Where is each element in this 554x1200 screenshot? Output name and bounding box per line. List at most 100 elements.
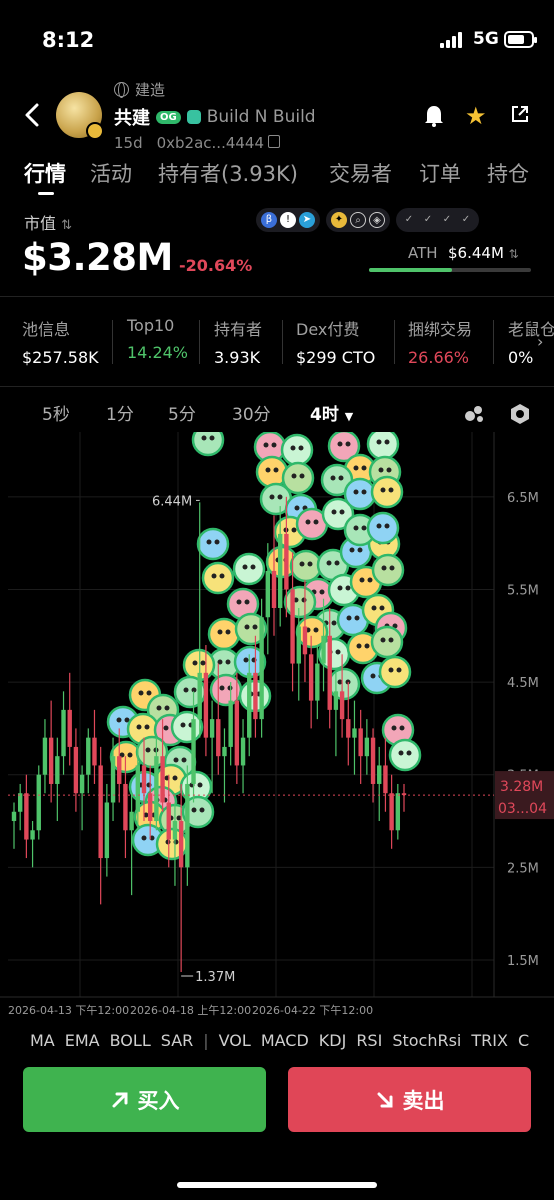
avatar-eye <box>330 475 336 481</box>
bell-icon[interactable] <box>423 103 445 127</box>
candle-body <box>30 830 35 840</box>
interval-5s[interactable]: 5秒 <box>42 400 70 425</box>
status-bar: 8:12 5G <box>0 0 554 80</box>
avatar-eye <box>141 835 147 841</box>
stat-bundle[interactable]: 捆绑交易 26.66% <box>408 316 472 367</box>
token-address[interactable]: 0xb2ac...4444 <box>157 134 281 152</box>
tab-activity[interactable]: 活动 <box>90 158 132 188</box>
trader-avatar-icon <box>378 655 412 689</box>
avatar-eye <box>367 577 373 583</box>
buy-button[interactable]: 买入 <box>23 1067 266 1132</box>
link-icon[interactable]: β <box>261 212 277 228</box>
candle-body <box>395 793 401 831</box>
price-chart[interactable]: 6.5M5.5M4.5M3.5M2.5M1.5M 2026-04-13 下午12… <box>0 432 554 1022</box>
interval-4h[interactable]: 4时 ▼ <box>310 400 353 425</box>
settings-icon[interactable] <box>509 403 531 425</box>
candle-body <box>92 737 97 766</box>
candle-body <box>346 719 351 738</box>
tab-positions[interactable]: 持仓 <box>487 158 529 188</box>
arrow-up-right-icon <box>112 1092 127 1107</box>
ath-value: $6.44M ⇅ <box>448 244 519 262</box>
copy-icon[interactable] <box>268 135 281 148</box>
current-price-label: 3.28M <box>500 779 543 795</box>
candle-body <box>247 672 252 738</box>
search-icon[interactable]: ⌕ <box>350 212 366 228</box>
avatar-eye <box>379 605 385 611</box>
candle-body <box>302 626 308 655</box>
indicator-kdj[interactable]: KDJ <box>319 1031 347 1050</box>
candle-body <box>271 570 277 608</box>
interval-1m[interactable]: 1分 <box>106 400 134 425</box>
cube-icon[interactable]: ◈ <box>369 212 385 228</box>
avatar-eye <box>361 489 367 495</box>
token-name: 共建 <box>114 108 150 129</box>
avatar-eye <box>313 519 319 525</box>
avatar-eye <box>357 547 363 553</box>
divider <box>0 296 554 297</box>
stat-top10[interactable]: Top10 14.24% <box>127 316 188 362</box>
avatar-eye <box>206 539 212 545</box>
candle-body <box>358 728 363 757</box>
sell-button[interactable]: 卖出 <box>288 1067 531 1132</box>
arrow-down-right-icon <box>377 1092 392 1107</box>
bee-icon[interactable]: ✦ <box>331 212 347 228</box>
avatar-eye <box>386 467 392 473</box>
avatar-eye <box>380 487 386 493</box>
indicator-stochrsi[interactable]: StochRsi <box>392 1031 461 1050</box>
tab-market[interactable]: 行情 <box>24 158 66 188</box>
candle-body <box>147 793 153 822</box>
bubble-map-icon[interactable] <box>462 402 486 424</box>
security-checks[interactable]: ✓ ✓ ✓ ✓ <box>396 208 479 232</box>
interval-5m[interactable]: 5分 <box>168 400 196 425</box>
indicator-vol[interactable]: VOL <box>219 1031 251 1050</box>
candle-body <box>339 691 345 720</box>
star-icon[interactable]: ★ <box>465 102 487 130</box>
avatar-eye <box>301 597 307 603</box>
social-pill-1[interactable]: β ! ➤ <box>256 208 320 232</box>
indicator-trix[interactable]: TRIX <box>471 1031 508 1050</box>
avatar-eye <box>406 750 412 756</box>
indicator-boll[interactable]: BOLL <box>110 1031 151 1050</box>
indicator-macd[interactable]: MACD <box>261 1031 309 1050</box>
chevron-right-icon[interactable]: › <box>537 332 543 351</box>
battery-icon <box>504 31 537 48</box>
stat-holders[interactable]: 持有者 3.93K <box>214 316 262 367</box>
tab-traders[interactable]: 交易者 <box>329 158 392 188</box>
candle-body <box>11 811 17 822</box>
market-cap-label: 市值 ⇅ <box>24 214 73 233</box>
candle-body <box>383 765 388 794</box>
indicator-rsi[interactable]: RSI <box>356 1031 382 1050</box>
avatar-eye <box>364 643 370 649</box>
candle-body <box>42 737 48 775</box>
ath-label: ATH <box>408 244 438 262</box>
trader-avatar-icon <box>289 549 323 583</box>
trader-avatar-icon <box>366 511 400 545</box>
indicator-ma[interactable]: MA <box>30 1031 55 1050</box>
telegram-icon[interactable]: ➤ <box>299 212 315 228</box>
stat-rat[interactable]: 老鼠仓 0% <box>508 316 554 367</box>
trader-avatar-icon <box>370 475 404 509</box>
indicator-c[interactable]: C <box>518 1031 529 1050</box>
candle-body <box>135 765 141 812</box>
candle-body <box>104 802 110 859</box>
share-icon[interactable] <box>510 104 530 124</box>
avatar-eye <box>305 519 311 525</box>
avatar-eye <box>334 560 340 566</box>
token-age: 15d <box>114 134 143 152</box>
candle-body <box>178 821 184 868</box>
check-icon: ✓ <box>442 214 452 225</box>
indicator-ema[interactable]: EMA <box>65 1031 100 1050</box>
tab-holders[interactable]: 持有者(3.93K) <box>158 158 298 188</box>
social-pill-2[interactable]: ✦ ⌕ ◈ <box>326 208 390 232</box>
warning-icon[interactable]: ! <box>280 212 296 228</box>
indicator-sar[interactable]: SAR <box>161 1031 194 1050</box>
back-arrow-icon[interactable] <box>22 102 44 128</box>
stat-dex-paid[interactable]: Dex付费 $299 CTO <box>296 316 375 367</box>
candle-body <box>352 728 357 738</box>
trader-avatar-icon <box>170 710 204 744</box>
tab-orders[interactable]: 订单 <box>419 158 461 188</box>
candle-body <box>216 719 221 757</box>
interval-30m[interactable]: 30分 <box>232 400 271 425</box>
stat-pool[interactable]: 池信息 $257.58K <box>22 316 99 367</box>
avatar-eye <box>307 561 313 567</box>
